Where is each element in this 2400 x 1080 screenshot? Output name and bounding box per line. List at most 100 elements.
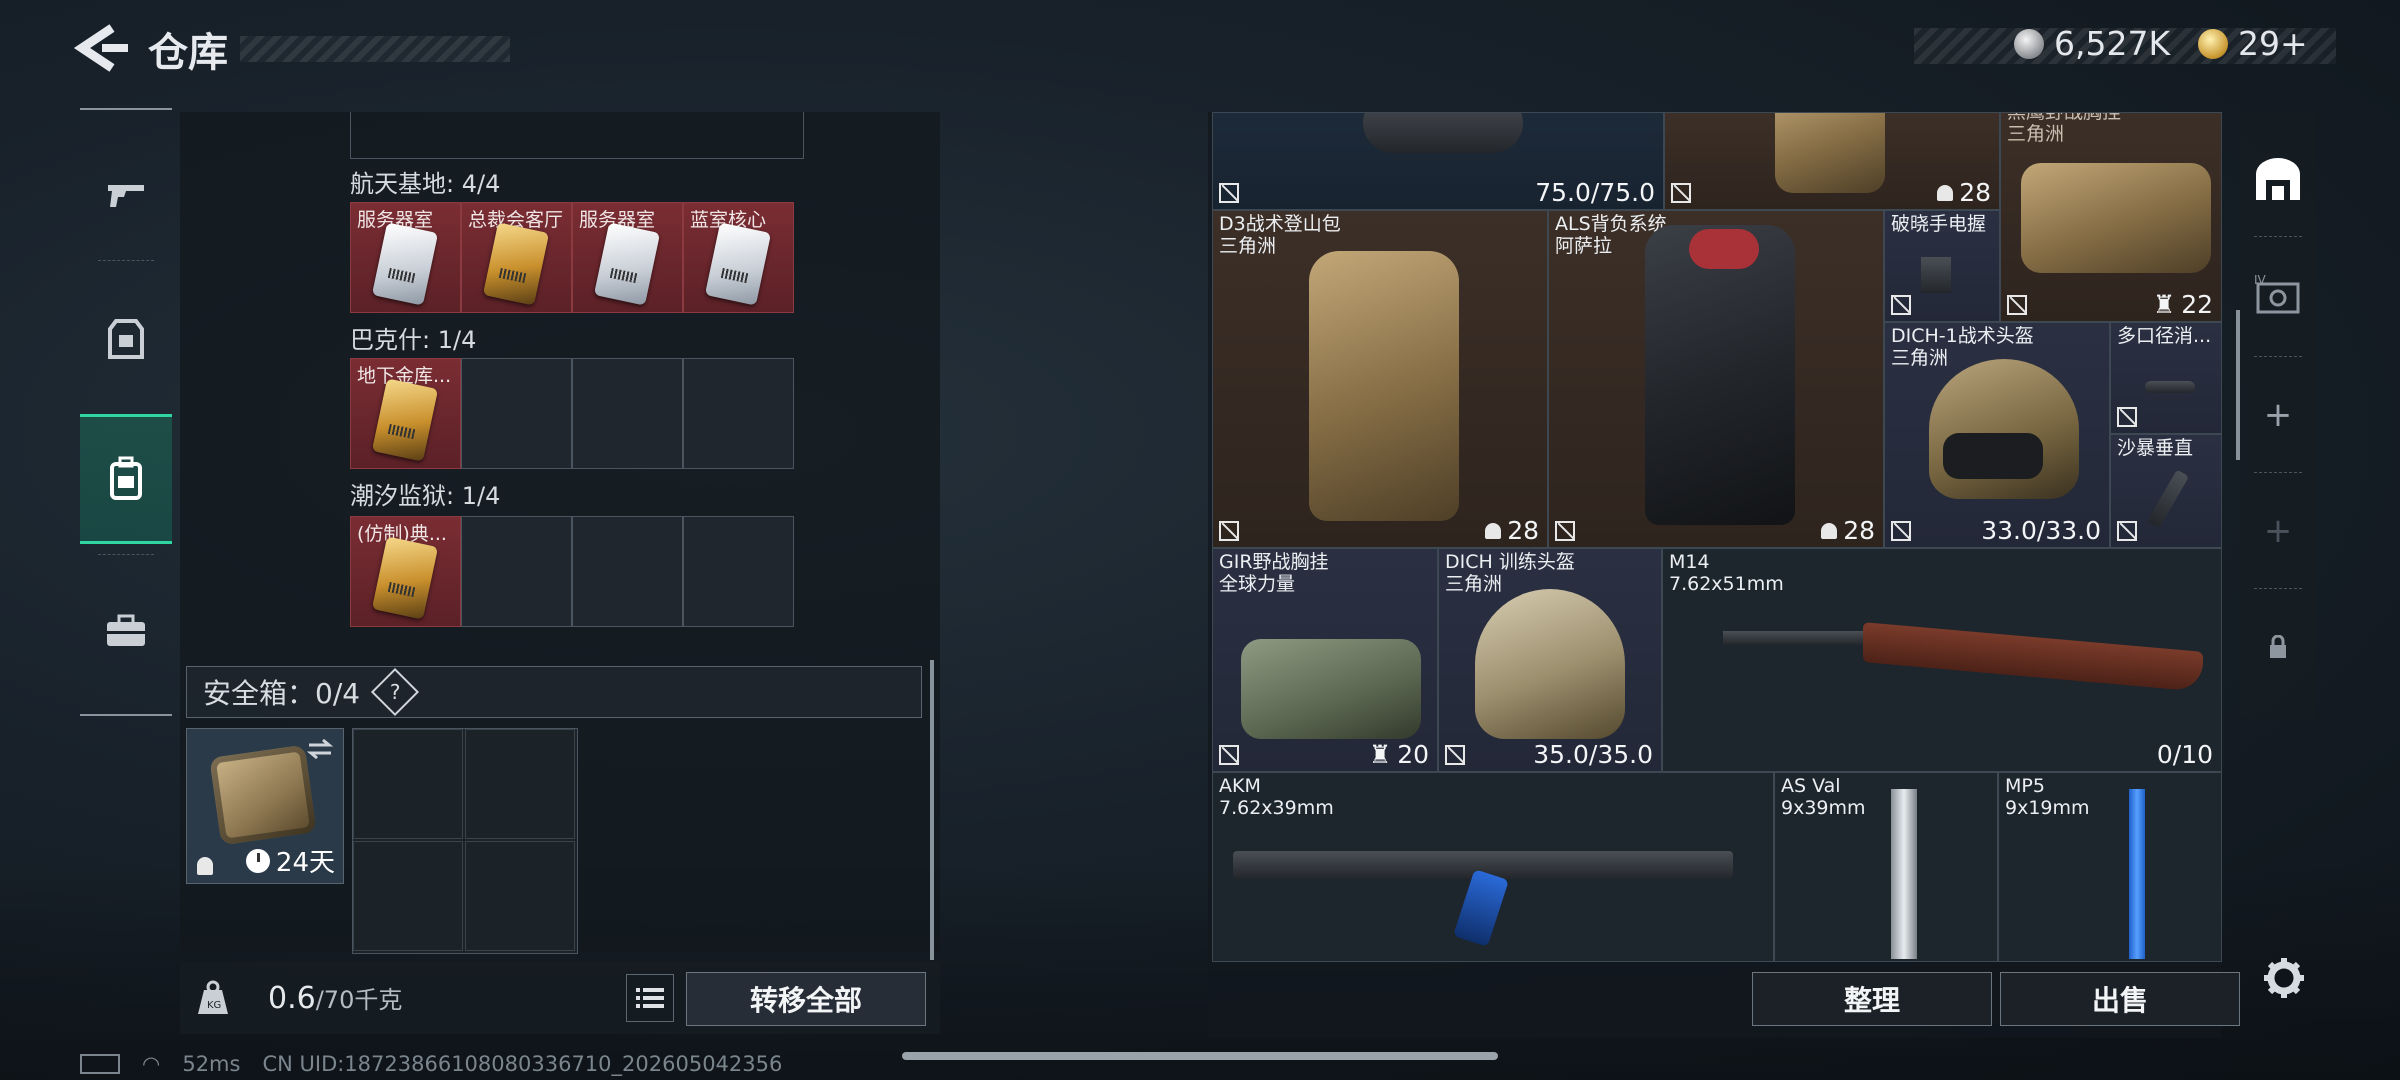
key-slot[interactable]: 蓝室核心 <box>683 202 794 313</box>
capacity: ♜ 22 <box>2153 290 2213 319</box>
empty-key-slot[interactable] <box>461 516 572 627</box>
item-slot-flashlight[interactable]: 破晓手电握 <box>1884 210 2000 322</box>
capacity-icon <box>1937 184 1954 201</box>
item-image <box>1921 257 1951 293</box>
capacity-value: 28 <box>1507 516 1539 545</box>
item-slot[interactable]: 28 <box>1664 112 2000 210</box>
scrollbar[interactable] <box>930 660 934 960</box>
key-slot[interactable]: 地下金库... <box>350 358 461 469</box>
safe-slot[interactable] <box>465 729 575 839</box>
nav-briefcase[interactable] <box>80 566 172 696</box>
empty-key-slot[interactable] <box>572 358 683 469</box>
help-icon[interactable]: ? <box>371 667 420 717</box>
tab-expansion[interactable]: IV <box>2240 240 2316 350</box>
empty-key-slot[interactable] <box>683 516 794 627</box>
briefcase-icon <box>107 614 145 646</box>
gold-amount: 29+ <box>2238 24 2308 63</box>
gold-currency[interactable]: 29+ <box>2198 24 2308 63</box>
item-image <box>1475 589 1625 739</box>
weight-bar: KG 0.6/70千克 转移全部 <box>180 962 940 1034</box>
category-nav <box>80 108 172 716</box>
silver-coin-icon <box>2014 28 2044 59</box>
rifle-stock <box>1863 622 2203 692</box>
weight-readout: 0.6/70千克 <box>268 980 402 1016</box>
item-image <box>1241 639 1421 739</box>
keycard-icon <box>704 222 772 306</box>
section-title: 潮汐监狱: 1/4 <box>350 482 501 510</box>
nav-gear[interactable] <box>80 274 172 404</box>
item-name: AS Val 9x39mm <box>1781 775 1866 819</box>
add-tab-button[interactable]: + <box>2240 360 2316 470</box>
safe-slot[interactable] <box>353 729 463 839</box>
item-image <box>2021 163 2211 273</box>
gear-icon[interactable] <box>2262 956 2306 1000</box>
key-slot[interactable]: 服务器室 <box>572 202 683 313</box>
item-slot-mp5[interactable]: MP5 9x19mm <box>1998 772 2222 962</box>
page-title: 仓库 <box>148 30 228 76</box>
silver-currency[interactable]: 6,527K <box>2014 24 2170 63</box>
item-slot-vertical-grip[interactable]: 沙暴垂直 <box>2110 434 2222 548</box>
keycard-icon <box>371 536 439 620</box>
item-slot-m14[interactable]: M14 7.62x51mm 0/10 <box>1662 548 2222 772</box>
item-slot-als-backpack[interactable]: ALS背负系统 阿萨拉 28 <box>1548 210 1884 548</box>
nav-weapon[interactable] <box>80 130 172 260</box>
empty-key-slot[interactable] <box>572 516 683 627</box>
item-image <box>2145 381 2195 393</box>
nav-backpack[interactable] <box>80 414 172 544</box>
chest-rig-icon: ♜ <box>2152 290 2176 319</box>
title-decoration <box>240 36 510 62</box>
item-title: AS Val <box>1781 775 1841 797</box>
empty-key-slot[interactable] <box>683 358 794 469</box>
keycard-icon <box>371 378 439 462</box>
sort-button[interactable]: 整理 <box>1752 972 1992 1026</box>
item-slot[interactable]: 75.0/75.0 <box>1212 112 1664 210</box>
tab-warehouse[interactable] <box>2240 124 2316 234</box>
item-slot-dich1-helmet[interactable]: DICH-1战术头盔 三角洲 33.0/33.0 <box>1884 322 2110 548</box>
tab-divider <box>2254 472 2302 473</box>
uid: CN UID:18723866108080336710_202605042356 <box>262 1052 783 1076</box>
keycard-icon <box>482 222 550 306</box>
item-slot-dich-helmet[interactable]: DICH 训练头盔 三角洲 35.0/35.0 <box>1438 548 1662 772</box>
safe-slot[interactable] <box>353 841 463 951</box>
item-source: 9x19mm <box>2005 797 2090 819</box>
item-source: 7.62x51mm <box>1669 573 1784 595</box>
item-slot[interactable]: 黑鹰野战胸挂 三角洲 ♜ 22 <box>2000 112 2222 322</box>
key-slot[interactable]: 总裁会客厅 <box>461 202 572 313</box>
list-view-button[interactable] <box>626 974 674 1022</box>
safe-box-item[interactable]: 24天 <box>186 728 344 884</box>
item-source: 三角洲 <box>1445 573 1503 595</box>
home-indicator[interactable] <box>902 1052 1498 1060</box>
item-image <box>1363 113 1523 153</box>
tab-divider <box>2254 356 2302 357</box>
scrollbar[interactable] <box>2236 310 2240 460</box>
help-mark: ? <box>389 680 401 704</box>
item-slot-as-val[interactable]: AS Val 9x39mm <box>1774 772 1998 962</box>
safe-slot[interactable] <box>465 841 575 951</box>
gun-icon <box>108 185 144 207</box>
item-source: 9x39mm <box>1781 797 1866 819</box>
sell-button[interactable]: 出售 <box>2000 972 2240 1026</box>
item-source: 阿萨拉 <box>1555 235 1613 257</box>
item-slot-gir-chest-rig[interactable]: GIR野战胸挂 全球力量 ♜ 20 <box>1212 548 1438 772</box>
no-drop-icon <box>1891 521 1911 541</box>
add-tab-button-disabled[interactable]: + <box>2240 476 2316 586</box>
no-drop-icon <box>2007 295 2027 315</box>
item-slot-akm[interactable]: AKM 7.62x39mm <box>1212 772 1774 962</box>
swap-icon[interactable] <box>305 737 335 761</box>
empty-key-slot[interactable] <box>461 358 572 469</box>
locked-tab[interactable] <box>2240 592 2316 702</box>
item-goggles <box>1943 433 2043 479</box>
key-row: (仿制)典... <box>350 516 794 627</box>
transfer-all-button[interactable]: 转移全部 <box>686 972 926 1026</box>
key-slot[interactable]: 服务器室 <box>350 202 461 313</box>
key-slot[interactable]: (仿制)典... <box>350 516 461 627</box>
keycard-icon <box>371 222 439 306</box>
item-name: MP5 9x19mm <box>2005 775 2090 819</box>
item-name: M14 7.62x51mm <box>1669 551 1784 595</box>
capacity: 28 <box>1937 178 1991 207</box>
item-slot-d3-backpack[interactable]: D3战术登山包 三角洲 28 <box>1212 210 1548 548</box>
item-image <box>1775 113 1885 193</box>
capacity: ♜ 20 <box>1369 740 1429 769</box>
chevron-left-icon[interactable] <box>72 22 132 74</box>
item-slot-suppressor[interactable]: 多口径消... <box>2110 322 2222 434</box>
